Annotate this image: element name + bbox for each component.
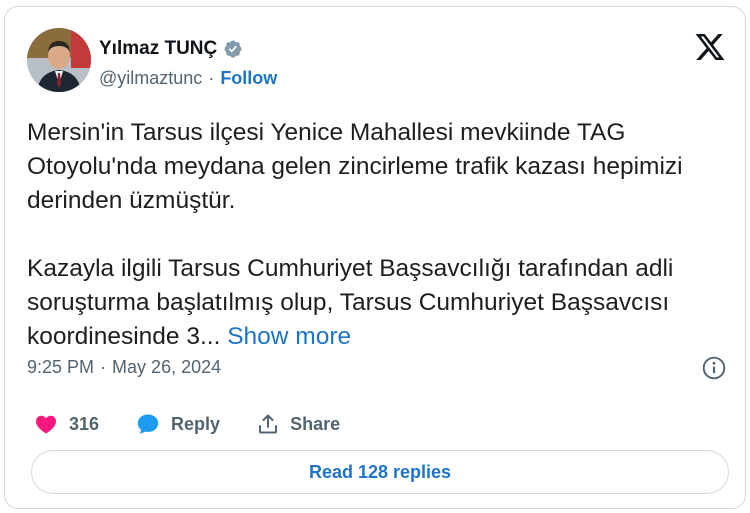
author-handle-row: @yilmaztunc · Follow [99,67,277,89]
tweet-timestamp[interactable]: 9:25 PM · May 26, 2024 [27,355,221,379]
share-upload-icon [259,414,278,434]
info-icon[interactable] [701,355,727,381]
author-handle[interactable]: @yilmaztunc [99,68,202,89]
tweet-paragraph: Kazayla ilgili Tarsus Cumhuriyet Başsavc… [27,252,727,354]
speech-bubble-icon [137,414,159,434]
action-bar: 316 Reply Share [33,409,376,439]
tweet-date: May 26, 2024 [112,356,222,377]
verified-badge-icon [224,40,242,58]
like-count: 316 [69,413,100,434]
author-name[interactable]: Yılmaz TUNÇ [99,38,217,60]
like-button[interactable]: 316 [33,412,99,436]
x-logo-icon[interactable] [693,31,727,63]
handle-separator: · [208,67,215,88]
read-replies-label: Read 128 replies [308,461,452,482]
author-name-row: Yılmaz TUNÇ [99,37,243,61]
reply-label: Reply [171,413,221,434]
read-replies-button[interactable]: Read 128 replies [31,450,729,494]
avatar-image [27,28,91,92]
follow-button[interactable]: Follow [220,68,277,89]
heart-icon [36,415,56,434]
tweet-text: Mersin'in Tarsus ilçesi Yenice Mahallesi… [27,116,727,354]
share-label: Share [290,413,341,434]
reply-button[interactable]: Reply [135,412,220,436]
avatar[interactable] [27,28,91,92]
tweet-paragraph: Mersin'in Tarsus ilçesi Yenice Mahallesi… [27,119,683,214]
tweet-time: 9:25 PM [27,356,95,377]
tweet-card: Yılmaz TUNÇ @yilmaztunc · Follow Mersin'… [4,6,746,509]
share-button[interactable]: Share [256,412,340,436]
show-more-link[interactable]: Show more [227,323,351,350]
timestamp-separator: · [100,356,107,377]
